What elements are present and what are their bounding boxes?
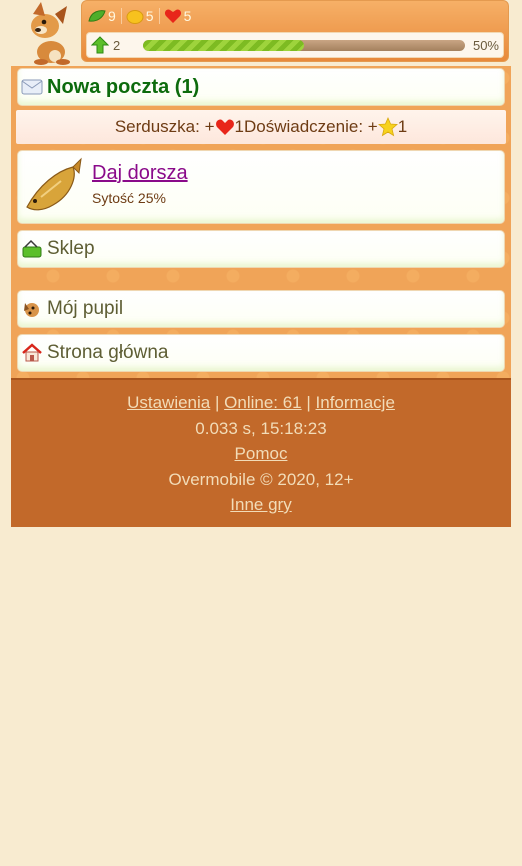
fish-icon — [26, 157, 82, 211]
heart-icon — [215, 119, 234, 135]
menu-item-my-pet[interactable]: Mój pupil — [17, 290, 505, 328]
level-row: 2 50% — [86, 32, 504, 58]
menu-label-my-pet: Mój pupil — [47, 298, 124, 319]
reward-star — [377, 117, 398, 137]
experience-progress-bar — [143, 40, 465, 51]
level-up-arrow-icon — [91, 36, 109, 54]
leaf-icon — [88, 10, 106, 22]
resource-coin: 5 — [126, 8, 160, 24]
dog-icon — [24, 303, 39, 317]
settings-link[interactable]: Ustawienia — [127, 393, 210, 412]
help-link[interactable]: Pomoc — [235, 444, 288, 463]
reward-heart — [215, 118, 235, 136]
app-container: 9 5 5 2 50% Nowa poczta (1) Serduszka: +… — [11, 0, 511, 527]
footer-links-row: Ustawienia | Online: 61 | Informacje — [11, 390, 511, 416]
experience-progress-fill — [143, 40, 304, 51]
reward-notice: Serduszka: + 1 Doświadczenie: + 1 — [16, 110, 506, 144]
hearts-value: 1 — [234, 117, 244, 136]
menu-item-home[interactable]: Strona główna — [17, 334, 505, 372]
stats-panel: 9 5 5 2 50% — [81, 0, 509, 62]
envelope-icon — [21, 79, 43, 95]
header: 9 5 5 2 50% — [11, 0, 511, 66]
resource-leaf: 9 — [88, 8, 122, 24]
heart-icon — [164, 9, 181, 23]
footer-separator: | — [306, 393, 311, 412]
shopping-basket-icon — [22, 239, 42, 258]
online-link[interactable]: Online: 61 — [224, 393, 302, 412]
dog-mascot-icon[interactable] — [11, 0, 81, 66]
menu-label-home: Strona główna — [47, 342, 169, 363]
footer-copyright: Overmobile © 2020, 12+ — [168, 469, 354, 489]
give-cod-item[interactable]: Daj dorsza Sytość 25% — [17, 150, 505, 224]
resources-row: 9 5 5 — [88, 6, 200, 26]
experience-value: 1 — [397, 117, 408, 136]
resource-heart: 5 — [164, 8, 197, 24]
hearts-label: Serduszka: + — [114, 117, 215, 136]
heart-count: 5 — [183, 8, 192, 24]
info-link[interactable]: Informacje — [316, 393, 395, 412]
menu-item-shop[interactable]: Sklep — [17, 230, 505, 268]
coin-count: 5 — [145, 8, 154, 24]
coin-icon — [126, 10, 144, 24]
level-number: 2 — [113, 37, 121, 53]
footer-timing: 0.033 s, 15:18:23 — [195, 418, 327, 438]
footer-separator: | — [214, 393, 220, 412]
new-mail-link[interactable]: Nowa poczta (1) — [17, 68, 505, 106]
leaf-count: 9 — [108, 8, 116, 24]
star-icon — [377, 117, 398, 137]
new-mail-title: Nowa poczta (1) — [47, 75, 200, 98]
home-icon — [22, 343, 42, 362]
menu-label-shop: Sklep — [47, 238, 95, 259]
satiety-label: Sytość 25% — [92, 190, 166, 206]
experience-label: Doświadczenie: + — [243, 117, 378, 136]
other-games-link[interactable]: Inne gry — [230, 495, 291, 514]
experience-percent: 50% — [472, 38, 499, 53]
footer: Ustawienia | Online: 61 | Informacje 0.0… — [11, 378, 511, 527]
give-cod-link[interactable]: Daj dorsza — [92, 162, 188, 185]
